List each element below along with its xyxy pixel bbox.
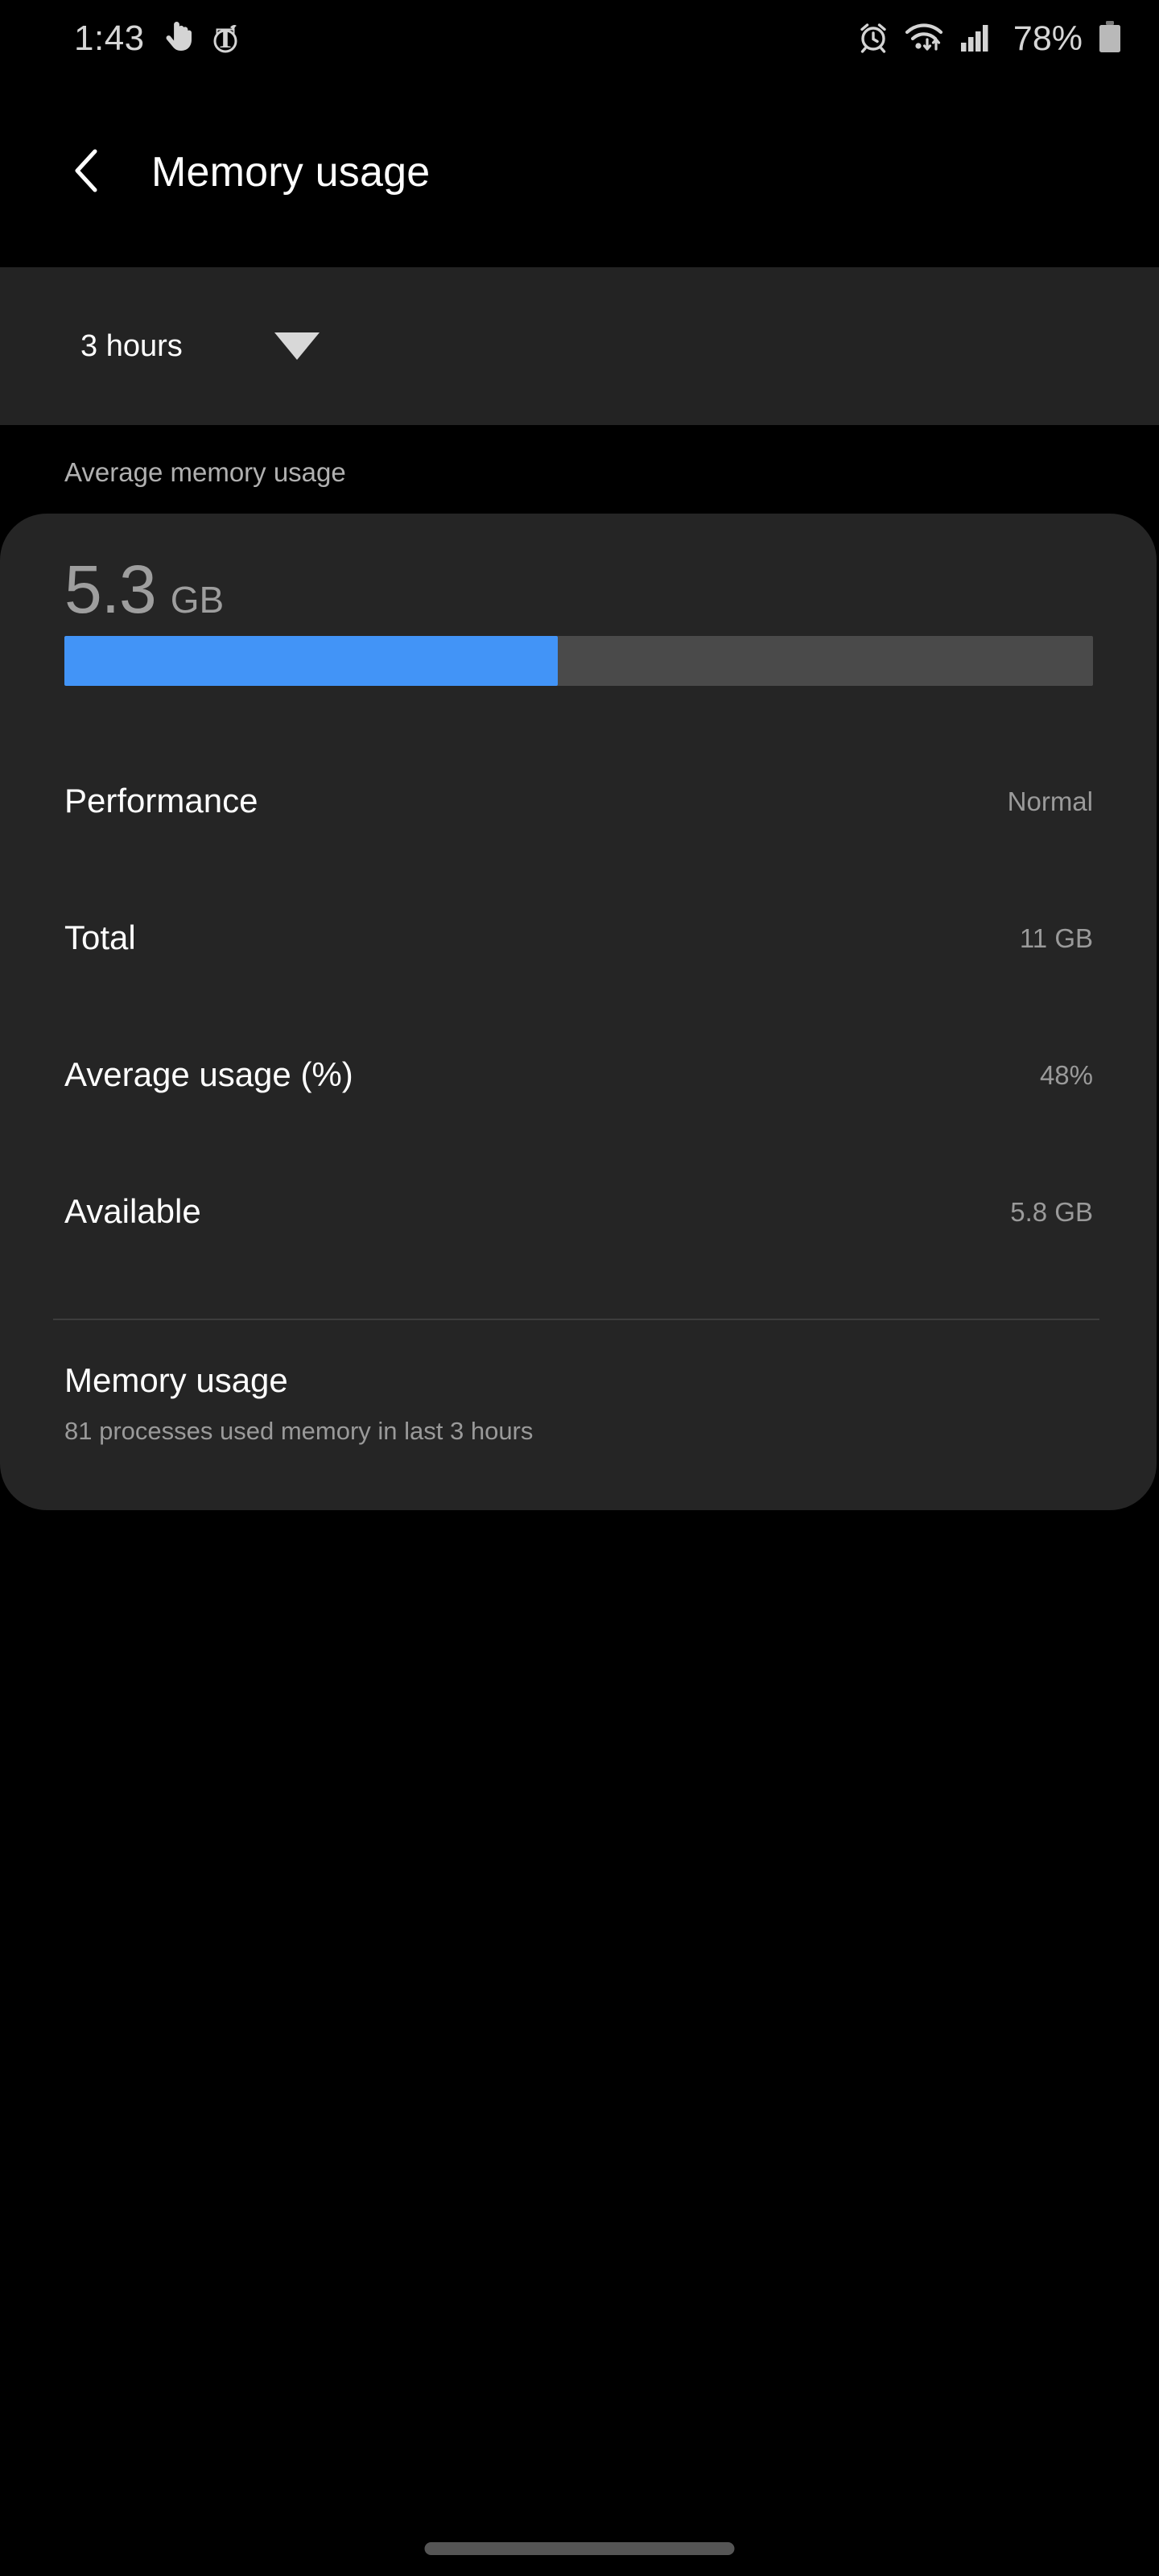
app-bar: Memory usage <box>0 77 1159 267</box>
alarm-icon <box>856 20 890 58</box>
detail-value: Normal <box>1007 786 1093 816</box>
memory-usage-entry-title: Memory usage <box>64 1361 288 1399</box>
status-bar-left: 1:43 T <box>74 21 240 57</box>
back-chevron-icon <box>69 147 105 199</box>
period-selector-value: 3 hours <box>80 329 183 363</box>
detail-row-performance: Performance Normal <box>64 733 1093 869</box>
detail-value: 48% <box>1039 1059 1093 1090</box>
status-clock: 1:43 <box>74 19 145 58</box>
detail-row-average-usage: Average usage (%) 48% <box>64 1006 1093 1143</box>
memory-usage-processes-entry[interactable]: Memory usage 81 processes used memory in… <box>64 1361 534 1445</box>
detail-row-total: Total 11 GB <box>64 869 1093 1006</box>
memory-summary-card: 5.3 GB Performance Normal Total 11 GB Av… <box>0 514 1157 1510</box>
new-york-times-icon: T <box>211 21 240 57</box>
battery-percent-label: 78% <box>1013 19 1083 58</box>
memory-usage-screen: 1:43 T 78% Memory usage 3 hours Average … <box>0 0 1159 2576</box>
cellular-signal-icon <box>959 20 992 58</box>
touch-hand-icon <box>164 21 192 57</box>
average-memory-value: 5.3 GB <box>64 555 224 623</box>
card-divider <box>53 1319 1099 1320</box>
detail-value: 11 GB <box>1019 923 1093 953</box>
memory-progress-bar <box>64 636 1093 686</box>
chevron-down-icon <box>274 332 320 360</box>
detail-key: Available <box>64 1192 201 1230</box>
memory-detail-list: Performance Normal Total 11 GB Average u… <box>64 733 1093 1280</box>
page-title: Memory usage <box>151 149 431 196</box>
period-selector[interactable]: 3 hours <box>0 267 1159 425</box>
detail-key: Total <box>64 919 136 956</box>
battery-icon <box>1098 20 1122 58</box>
memory-usage-entry-subtitle: 81 processes used memory in last 3 hours <box>64 1417 534 1445</box>
detail-key: Performance <box>64 782 258 819</box>
status-bar: 1:43 T 78% <box>0 0 1159 77</box>
detail-row-available: Available 5.8 GB <box>64 1143 1093 1280</box>
wifi-icon <box>904 20 946 58</box>
back-button[interactable] <box>52 137 122 208</box>
home-indicator[interactable] <box>424 2542 735 2555</box>
average-memory-usage-label: Average memory usage <box>64 457 346 487</box>
status-bar-right: 78% <box>856 20 1122 58</box>
memory-progress-fill <box>64 636 559 686</box>
detail-key: Average usage (%) <box>64 1055 353 1093</box>
average-memory-unit: GB <box>170 579 225 621</box>
average-memory-number: 5.3 <box>64 551 157 627</box>
detail-value: 5.8 GB <box>1010 1196 1093 1227</box>
